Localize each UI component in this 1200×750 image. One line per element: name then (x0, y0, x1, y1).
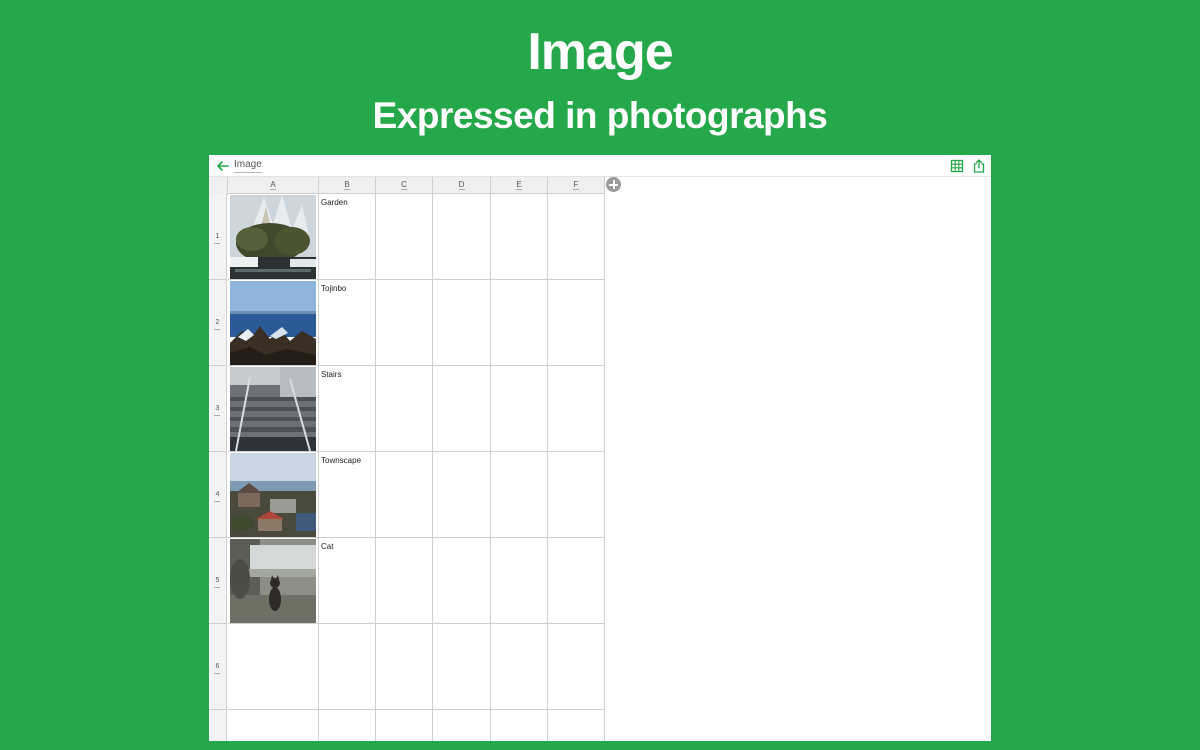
row-header-4[interactable]: 4 (209, 452, 227, 538)
stairs-photo (230, 367, 316, 451)
row-header-6[interactable]: 6 (209, 624, 227, 710)
cell-d1[interactable] (433, 194, 491, 280)
cell-b6[interactable] (319, 624, 376, 710)
cell-e4[interactable] (491, 452, 548, 538)
row-header-1[interactable]: 1 (209, 194, 227, 280)
column-header-e[interactable]: E (491, 177, 548, 194)
column-header-c[interactable]: C (376, 177, 433, 194)
cell-b5-text: Cat (321, 542, 334, 551)
cat-photo (230, 539, 316, 623)
row-header-5[interactable]: 5 (209, 538, 227, 624)
cell-c5[interactable] (376, 538, 433, 624)
cell-e5[interactable] (491, 538, 548, 624)
cell-f2[interactable] (548, 280, 605, 366)
cell-e2[interactable] (491, 280, 548, 366)
cell-d6[interactable] (433, 624, 491, 710)
cell-d3[interactable] (433, 366, 491, 452)
cell-a1-image[interactable] (228, 194, 319, 280)
cell-f5[interactable] (548, 538, 605, 624)
cell-a7[interactable] (228, 710, 319, 741)
cell-f1[interactable] (548, 194, 605, 280)
row-header-7[interactable] (209, 710, 227, 741)
back-arrow-icon[interactable] (215, 158, 231, 174)
townscape-photo (230, 453, 316, 537)
cell-e6[interactable] (491, 624, 548, 710)
cell-b7[interactable] (319, 710, 376, 741)
cell-b5[interactable]: Cat (319, 538, 376, 624)
cell-f6[interactable] (548, 624, 605, 710)
cell-b1[interactable]: Garden (319, 194, 376, 280)
column-header-a[interactable]: A (228, 177, 319, 194)
cell-c7[interactable] (376, 710, 433, 741)
cell-f4[interactable] (548, 452, 605, 538)
cell-f3[interactable] (548, 366, 605, 452)
cell-d4[interactable] (433, 452, 491, 538)
cell-f7[interactable] (548, 710, 605, 741)
select-all-corner[interactable] (209, 177, 228, 195)
cell-b4-text: Townscape (321, 456, 362, 465)
garden-photo (230, 195, 316, 279)
cell-d7[interactable] (433, 710, 491, 741)
row-header-3[interactable]: 3 (209, 366, 227, 452)
cell-c3[interactable] (376, 366, 433, 452)
sheet-tab[interactable]: Image (234, 159, 262, 173)
cell-b4[interactable]: Townscape (319, 452, 376, 538)
cell-e3[interactable] (491, 366, 548, 452)
cell-d5[interactable] (433, 538, 491, 624)
row-header-2[interactable]: 2 (209, 280, 227, 366)
hero-title: Image (527, 23, 673, 81)
empty-canvas-area (605, 194, 991, 741)
cell-a6[interactable] (228, 624, 319, 710)
tojinbo-photo (230, 281, 316, 365)
cell-a2-image[interactable] (228, 280, 319, 366)
cell-e7[interactable] (491, 710, 548, 741)
cell-b2[interactable]: Tojinbo (319, 280, 376, 366)
cell-c6[interactable] (376, 624, 433, 710)
cell-c1[interactable] (376, 194, 433, 280)
cell-b1-text: Garden (321, 198, 348, 207)
cell-b2-text: Tojinbo (321, 284, 347, 293)
cell-a3-image[interactable] (228, 366, 319, 452)
cell-d2[interactable] (433, 280, 491, 366)
hero-subtitle: Expressed in photographs (372, 95, 828, 136)
column-header-b[interactable]: B (319, 177, 376, 194)
cell-b3[interactable]: Stairs (319, 366, 376, 452)
cell-e1[interactable] (491, 194, 548, 280)
cell-a4-image[interactable] (228, 452, 319, 538)
column-header-d[interactable]: D (433, 177, 491, 194)
cell-b3-text: Stairs (321, 370, 342, 379)
cell-c2[interactable] (376, 280, 433, 366)
spreadsheet-window: Image A B C D E F 1 2 3 4 5 6 Garden Toj… (209, 155, 991, 741)
cell-a5-image[interactable] (228, 538, 319, 624)
cell-c4[interactable] (376, 452, 433, 538)
share-icon[interactable] (971, 158, 987, 174)
add-column-icon[interactable] (606, 177, 621, 192)
grid-icon[interactable] (949, 158, 965, 174)
column-header-f[interactable]: F (548, 177, 605, 194)
toolbar: Image (209, 155, 991, 177)
